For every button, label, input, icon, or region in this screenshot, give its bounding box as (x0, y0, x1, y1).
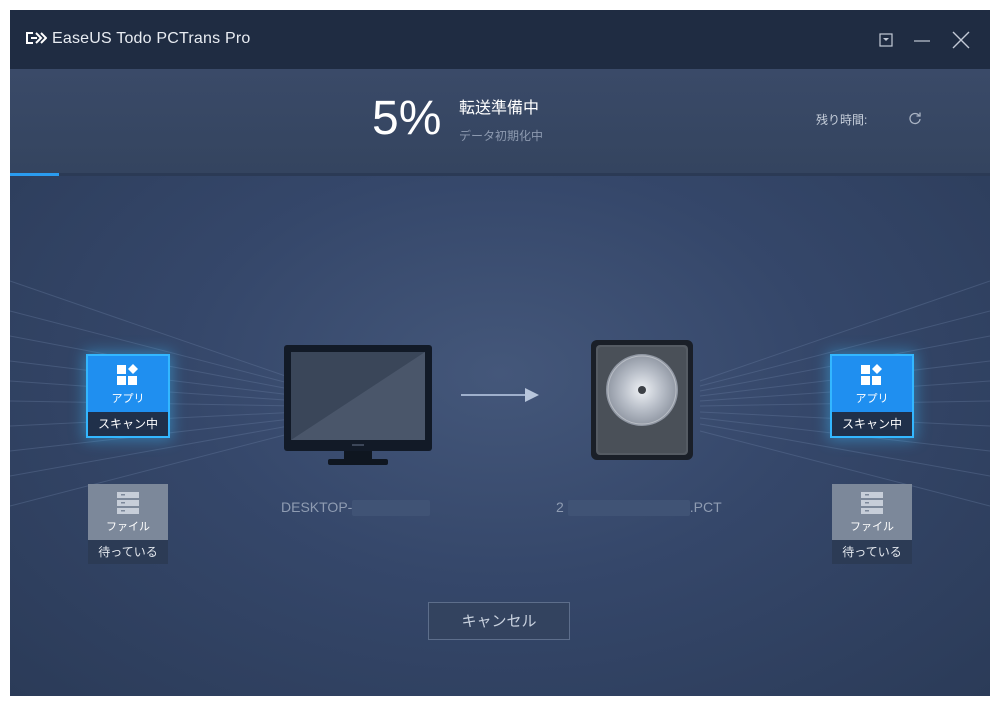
source-apps-tile[interactable]: アプリ スキャン中 (88, 356, 168, 436)
source-files-state: 待っている (88, 540, 168, 564)
file-stack-icon (117, 492, 139, 514)
source-pc-name: DESKTOP- (281, 499, 431, 517)
target-files-state: 待っている (832, 540, 912, 564)
target-apps-state: スキャン中 (832, 412, 912, 436)
redacted-text (567, 500, 690, 517)
target-apps-tile[interactable]: アプリ スキャン中 (832, 356, 912, 436)
target-files-card: ファイル (832, 484, 912, 540)
remaining-time-label: 残り時間: (816, 113, 868, 127)
source-apps-card: アプリ (88, 356, 168, 412)
target-file-name: 2 .PCT (556, 499, 722, 517)
close-icon (952, 31, 970, 49)
target-apps-card: アプリ (832, 356, 912, 412)
refresh-icon (909, 112, 921, 125)
progress-percent: 5% (372, 92, 442, 145)
close-button[interactable] (947, 26, 975, 54)
redacted-text (352, 500, 431, 517)
source-pc-monitor-icon (284, 345, 432, 465)
target-apps-label: アプリ (855, 393, 889, 405)
easeus-logo-icon (26, 32, 47, 44)
target-files-label: ファイル (850, 521, 894, 533)
source-apps-state: スキャン中 (88, 412, 168, 436)
progress-status: 転送準備中 (459, 100, 540, 117)
minimize-icon (914, 40, 930, 42)
app-window: EaseUS Todo PCTrans Pro 5% 転送準備中 データ初期化中… (10, 10, 990, 696)
transfer-stage: アプリ スキャン中 ファイル 待っている DESKTOP- 2 .PCT アプリ… (10, 176, 990, 696)
apps-grid-icon (117, 364, 138, 385)
title-bar: EaseUS Todo PCTrans Pro (10, 10, 990, 69)
target-files-tile[interactable]: ファイル 待っている (832, 484, 912, 564)
source-apps-label: アプリ (111, 393, 145, 405)
image-file-disk-icon (591, 340, 693, 460)
dropdown-box-icon (879, 33, 893, 47)
dropdown-menu-button[interactable] (872, 26, 900, 54)
source-files-tile[interactable]: ファイル 待っている (88, 484, 168, 564)
source-files-card: ファイル (88, 484, 168, 540)
app-title: EaseUS Todo PCTrans Pro (52, 30, 251, 47)
source-files-label: ファイル (106, 521, 150, 533)
minimize-button[interactable] (908, 26, 936, 54)
progress-substatus: データ初期化中 (459, 129, 544, 143)
cancel-button[interactable]: キャンセル (428, 602, 570, 640)
transfer-arrow-icon (461, 388, 539, 402)
apps-grid-icon (861, 364, 882, 385)
file-stack-icon (861, 492, 883, 514)
